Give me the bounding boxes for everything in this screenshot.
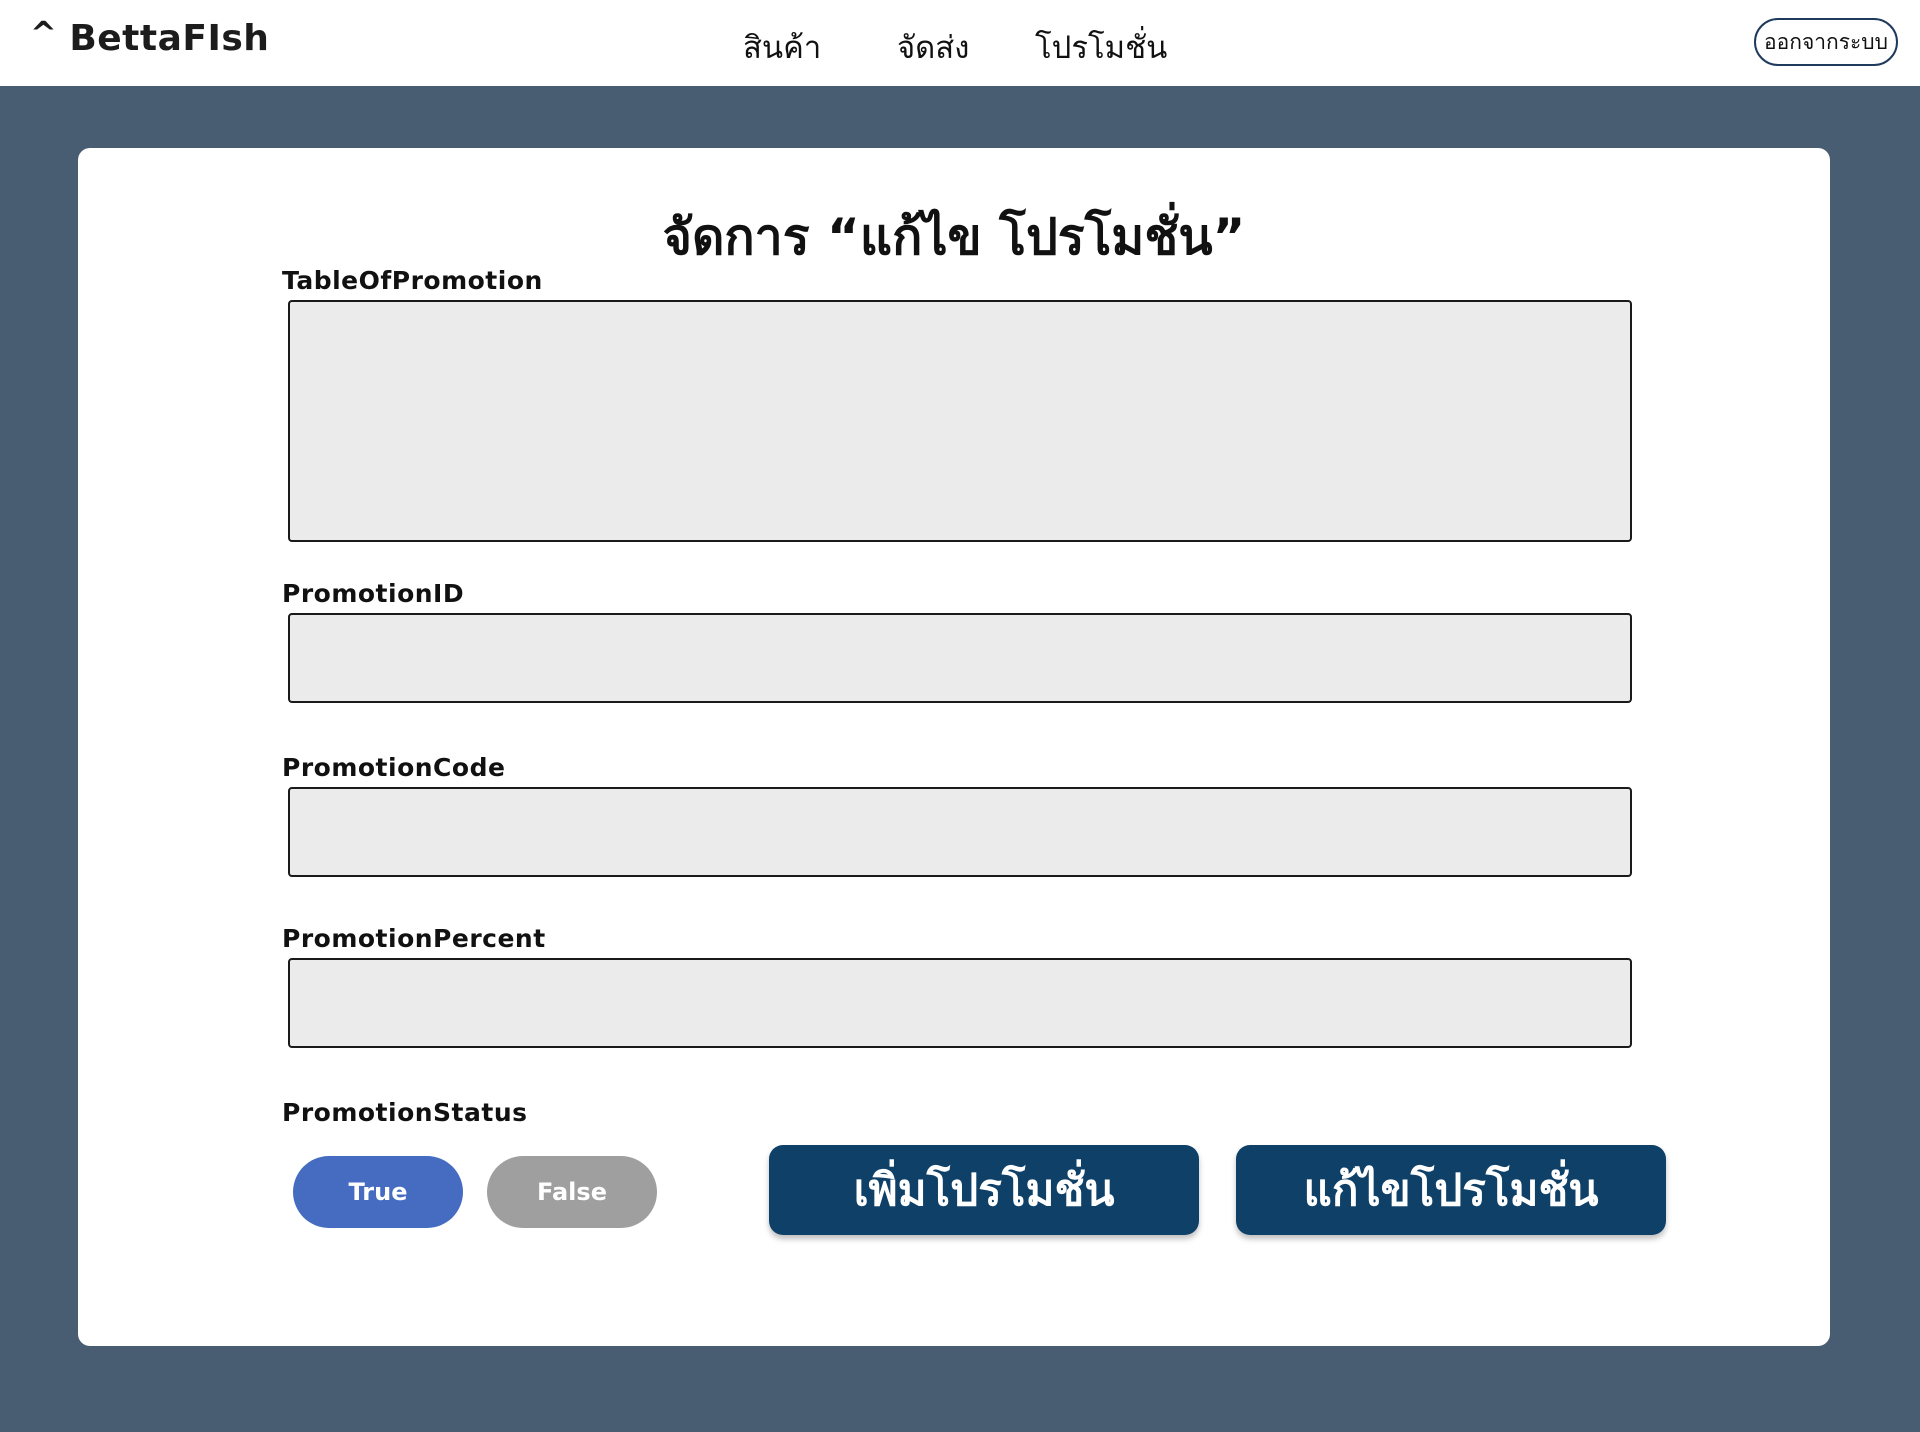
logout-button[interactable]: ออกจากระบบ <box>1754 18 1898 66</box>
edit-promotion-card: จัดการ “แก้ไข โปรโมชั่น” TableOfPromotio… <box>78 148 1830 1346</box>
promotion-id-field[interactable] <box>288 613 1632 703</box>
add-promotion-button[interactable]: เพิ่มโปรโมชั่น <box>769 1145 1199 1235</box>
main-nav: สินค้า จัดส่ง โปรโมชั่น <box>0 22 1920 66</box>
promotion-code-label: PromotionCode <box>282 753 506 782</box>
promotion-id-label: PromotionID <box>282 579 465 608</box>
promotion-code-field[interactable] <box>288 787 1632 877</box>
promotion-status-label: PromotionStatus <box>282 1098 528 1127</box>
nav-item-shipping[interactable]: จัดส่ง <box>897 22 969 72</box>
nav-item-products[interactable]: สินค้า <box>743 22 821 72</box>
table-of-promotion-label: TableOfPromotion <box>282 266 543 295</box>
edit-promotion-button[interactable]: แก้ไขโปรโมชั่น <box>1236 1145 1666 1235</box>
nav-item-promotions[interactable]: โปรโมชั่น <box>1035 22 1167 72</box>
status-false-toggle[interactable]: False <box>487 1156 657 1228</box>
promotion-table-area[interactable] <box>288 300 1632 542</box>
promotion-percent-field[interactable] <box>288 958 1632 1048</box>
top-navbar: ^ BettaFIsh สินค้า จัดส่ง โปรโมชั่น ออกจ… <box>0 0 1920 86</box>
promotion-percent-label: PromotionPercent <box>282 924 546 953</box>
status-true-toggle[interactable]: True <box>293 1156 463 1228</box>
